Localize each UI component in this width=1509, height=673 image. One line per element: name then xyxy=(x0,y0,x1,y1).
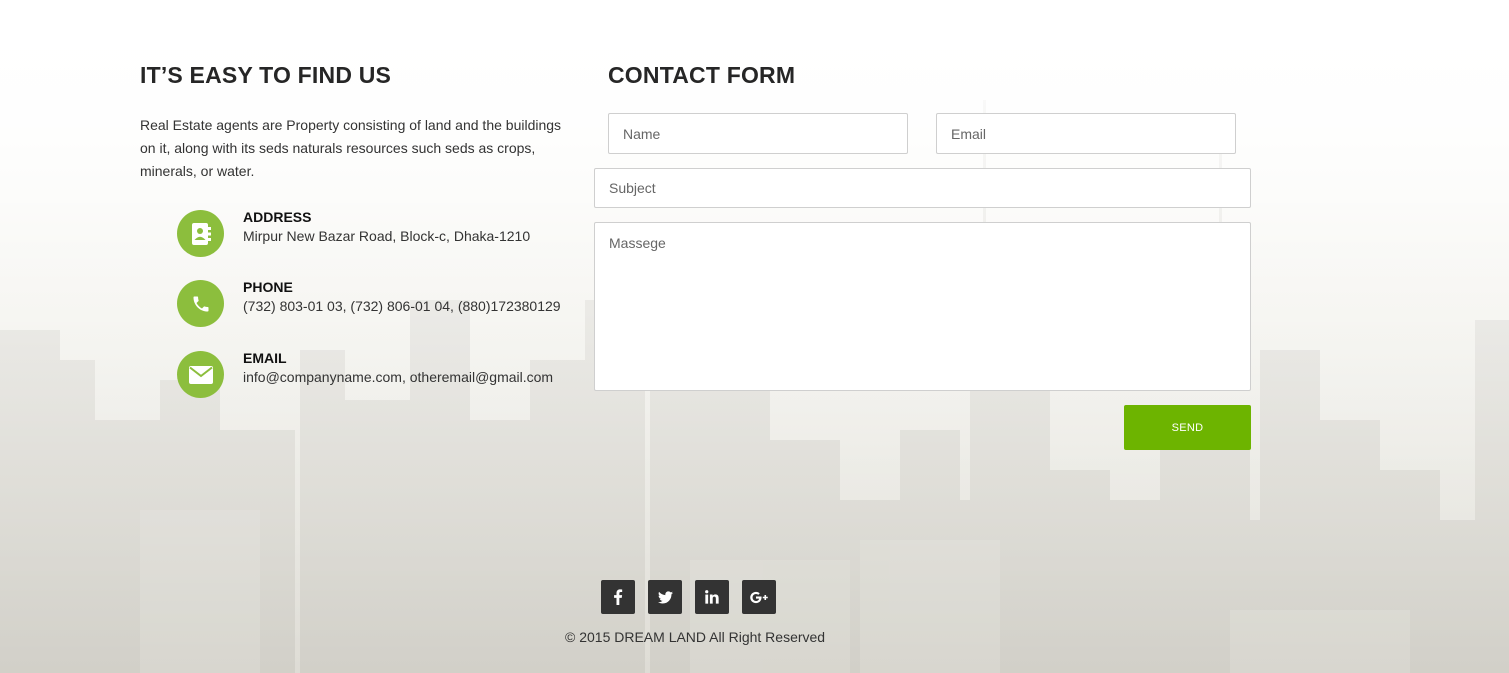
twitter-link[interactable] xyxy=(648,580,682,614)
envelope-icon xyxy=(177,351,224,398)
send-button[interactable]: SEND xyxy=(1124,405,1251,450)
name-input[interactable] xyxy=(608,113,908,154)
linkedin-link[interactable] xyxy=(695,580,729,614)
address-label: ADDRESS xyxy=(243,209,312,225)
subject-input[interactable] xyxy=(594,168,1251,208)
facebook-icon xyxy=(614,589,623,605)
contact-form-title: CONTACT FORM xyxy=(608,62,796,88)
email-value: info@companyname.com, otheremail@gmail.c… xyxy=(243,369,554,385)
email-label: EMAIL xyxy=(243,350,287,366)
facebook-link[interactable] xyxy=(601,580,635,614)
address-value: Mirpur New Bazar Road, Block-c, Dhaka-12… xyxy=(243,228,531,244)
email-input[interactable] xyxy=(936,113,1236,154)
google-plus-link[interactable] xyxy=(742,580,776,614)
social-links xyxy=(601,580,776,614)
twitter-icon xyxy=(657,590,673,603)
address-book-icon xyxy=(177,210,224,257)
google-plus-icon xyxy=(749,591,768,603)
phone-icon xyxy=(177,280,224,327)
phone-label: PHONE xyxy=(243,279,293,295)
intro-text: Real Estate agents are Property consisti… xyxy=(140,117,562,179)
message-textarea[interactable] xyxy=(594,222,1251,391)
phone-value: (732) 803-01 03, (732) 806-01 04, (880)1… xyxy=(243,298,561,314)
copyright-text: © 2015 DREAM LAND All Right Reserved xyxy=(565,629,826,645)
find-us-title: IT’S EASY TO FIND US xyxy=(140,62,392,88)
linkedin-icon xyxy=(705,590,719,604)
